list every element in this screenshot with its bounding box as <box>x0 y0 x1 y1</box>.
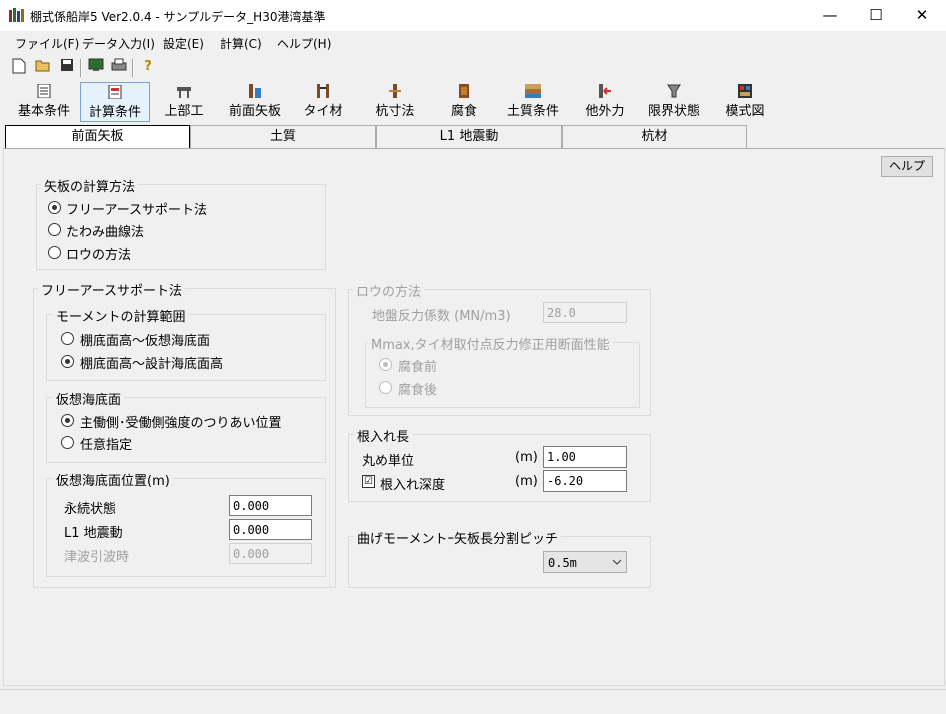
moment-range-legend: モーメントの計算範囲 <box>53 306 189 325</box>
permanent-state-field[interactable]: 0.000 <box>229 495 312 516</box>
pitch-select[interactable]: 0.5m <box>543 551 627 573</box>
tab-pile-material[interactable]: 杭材 <box>562 125 747 148</box>
tie-member-button[interactable]: タイ材 <box>298 82 348 120</box>
seabed-position-legend: 仮想海底面位置(m) <box>53 470 173 489</box>
round-unit-label: 丸め単位 <box>362 454 415 469</box>
calc-method-legend: 矢板の計算方法 <box>41 176 139 195</box>
pitch-legend: 曲げモーメントｰ矢板長分割ピッチ <box>354 528 561 547</box>
radio-to-design-seabed-label: 棚底面高～設計海底面高 <box>80 357 224 372</box>
l1-seismic-field[interactable]: 0.000 <box>229 519 312 540</box>
radio-free-earth-label: フリーアースサポート法 <box>66 203 208 218</box>
l1-seismic-label: L1 地震動 <box>64 526 123 541</box>
embed-depth-field[interactable]: -6.20 <box>543 470 627 492</box>
radio-deflection-curve[interactable] <box>48 223 61 236</box>
save-icon[interactable] <box>58 58 76 76</box>
radio-after-corrosion-label: 腐食後 <box>398 383 438 398</box>
basic-conditions-button[interactable]: 基本条件 <box>10 82 78 120</box>
monitor-icon[interactable] <box>87 58 105 76</box>
soil-conditions-button[interactable]: 土質条件 <box>500 82 566 120</box>
menu-settings[interactable]: 設定(E) <box>163 35 204 52</box>
maximize-button[interactable]: ☐ <box>853 0 899 31</box>
status-bar <box>0 689 946 714</box>
radio-to-virtual-seabed[interactable] <box>61 332 74 345</box>
open-folder-icon[interactable] <box>34 58 52 76</box>
tab-l1-seismic[interactable]: L1 地震動 <box>376 125 562 148</box>
schematic-icon <box>737 84 753 98</box>
virtual-seabed-legend: 仮想海底面 <box>53 389 125 408</box>
radio-rowe[interactable] <box>48 246 61 259</box>
superstructure-button[interactable]: 上部工 <box>155 82 213 120</box>
pile-icon <box>387 84 403 98</box>
embed-legend: 根入れ長 <box>354 426 413 445</box>
tie-icon <box>315 84 331 98</box>
radio-arbitrary[interactable] <box>61 436 74 449</box>
menu-data-input[interactable]: データ入力(I) <box>82 35 155 52</box>
reaction-coef-field: 28.0 <box>543 302 627 323</box>
new-file-icon[interactable] <box>10 58 28 76</box>
radio-rowe-label: ロウの方法 <box>66 248 132 263</box>
pile-size-button[interactable]: 杭寸法 <box>368 82 422 120</box>
help-question-icon[interactable]: ? <box>139 58 157 76</box>
embed-depth-checkbox[interactable]: ☑ <box>362 475 375 488</box>
standard-toolbar: ? <box>0 55 946 79</box>
round-unit-suffix: (m) <box>515 450 538 465</box>
radio-to-design-seabed[interactable] <box>61 355 74 368</box>
minimize-button[interactable]: — <box>807 0 853 31</box>
embed-depth-suffix: (m) <box>515 474 538 489</box>
force-icon <box>597 84 613 98</box>
window-title: 棚式係船岸5 Ver2.0.4 - サンプルデータ_H30港湾基準 <box>30 10 326 24</box>
schematic-button[interactable]: 模式図 <box>718 82 772 120</box>
tab-front-sheetpile[interactable]: 前面矢板 <box>5 125 190 149</box>
free-earth-legend: フリーアースサポート法 <box>38 280 186 299</box>
limit-icon <box>666 84 682 98</box>
document-icon <box>36 83 52 99</box>
radio-arbitrary-label: 任意指定 <box>80 438 133 453</box>
radio-to-virtual-seabed-label: 棚底面高～仮想海底面 <box>80 334 211 349</box>
toolbar-separator <box>132 59 134 77</box>
help-button[interactable]: ヘルプ <box>881 156 933 177</box>
close-button[interactable]: ✕ <box>899 0 945 31</box>
pitch-value: 0.5m <box>548 556 577 570</box>
sheetpile-icon <box>247 84 263 98</box>
embed-depth-label: 根入れ深度 <box>380 478 446 493</box>
reaction-coef-label: 地盤反力係数 (MN/m3) <box>372 309 511 324</box>
tab-strip: 前面矢板 土質 L1 地震動 杭材 <box>3 125 943 149</box>
radio-before-corrosion-label: 腐食前 <box>398 360 438 375</box>
corrosion-icon <box>456 84 472 98</box>
calc-conditions-button[interactable]: 計算条件 <box>80 82 150 122</box>
app-icon <box>9 8 24 22</box>
front-sheetpile-button[interactable]: 前面矢板 <box>222 82 288 120</box>
round-unit-field[interactable]: 1.00 <box>543 446 627 468</box>
rowe-legend: ロウの方法 <box>353 281 425 300</box>
section-props-legend: Mmax,タイ材取付点反力修正用断面性能 <box>368 334 613 353</box>
menu-bar: ファイル(F) データ入力(I) 設定(E) 計算(C) ヘルプ(H) <box>0 31 946 54</box>
radio-after-corrosion <box>379 381 392 394</box>
permanent-state-label: 永続状態 <box>64 502 117 517</box>
radio-free-earth[interactable] <box>48 201 61 214</box>
menu-calc[interactable]: 計算(C) <box>220 35 262 52</box>
deck-icon <box>176 84 192 98</box>
corrosion-button[interactable]: 腐食 <box>444 82 484 120</box>
calc-sheet-icon <box>107 84 123 100</box>
radio-deflection-curve-label: たわみ曲線法 <box>66 225 145 240</box>
input-toolbar: 基本条件 計算条件 上部工 前面矢板 タイ材 杭寸法 腐食 土質条件 他外力 限… <box>0 80 946 122</box>
radio-balance-position-label: 主働側･受働側強度のつりあい位置 <box>80 416 282 431</box>
other-forces-button[interactable]: 他外力 <box>580 82 630 120</box>
radio-balance-position[interactable] <box>61 414 74 427</box>
soil-icon <box>525 84 541 98</box>
tsunami-label: 津波引波時 <box>64 550 130 565</box>
radio-before-corrosion <box>379 358 392 371</box>
toolbar-separator <box>80 59 82 77</box>
limit-state-button[interactable]: 限界状態 <box>640 82 708 120</box>
tab-soil[interactable]: 土質 <box>190 125 376 148</box>
menu-help[interactable]: ヘルプ(H) <box>277 35 331 52</box>
tsunami-field: 0.000 <box>229 543 312 564</box>
title-bar: 棚式係船岸5 Ver2.0.4 - サンプルデータ_H30港湾基準 — ☐ ✕ <box>0 0 946 31</box>
menu-file[interactable]: ファイル(F) <box>15 35 79 52</box>
print-icon[interactable] <box>110 58 128 76</box>
chevron-down-icon <box>612 552 622 579</box>
